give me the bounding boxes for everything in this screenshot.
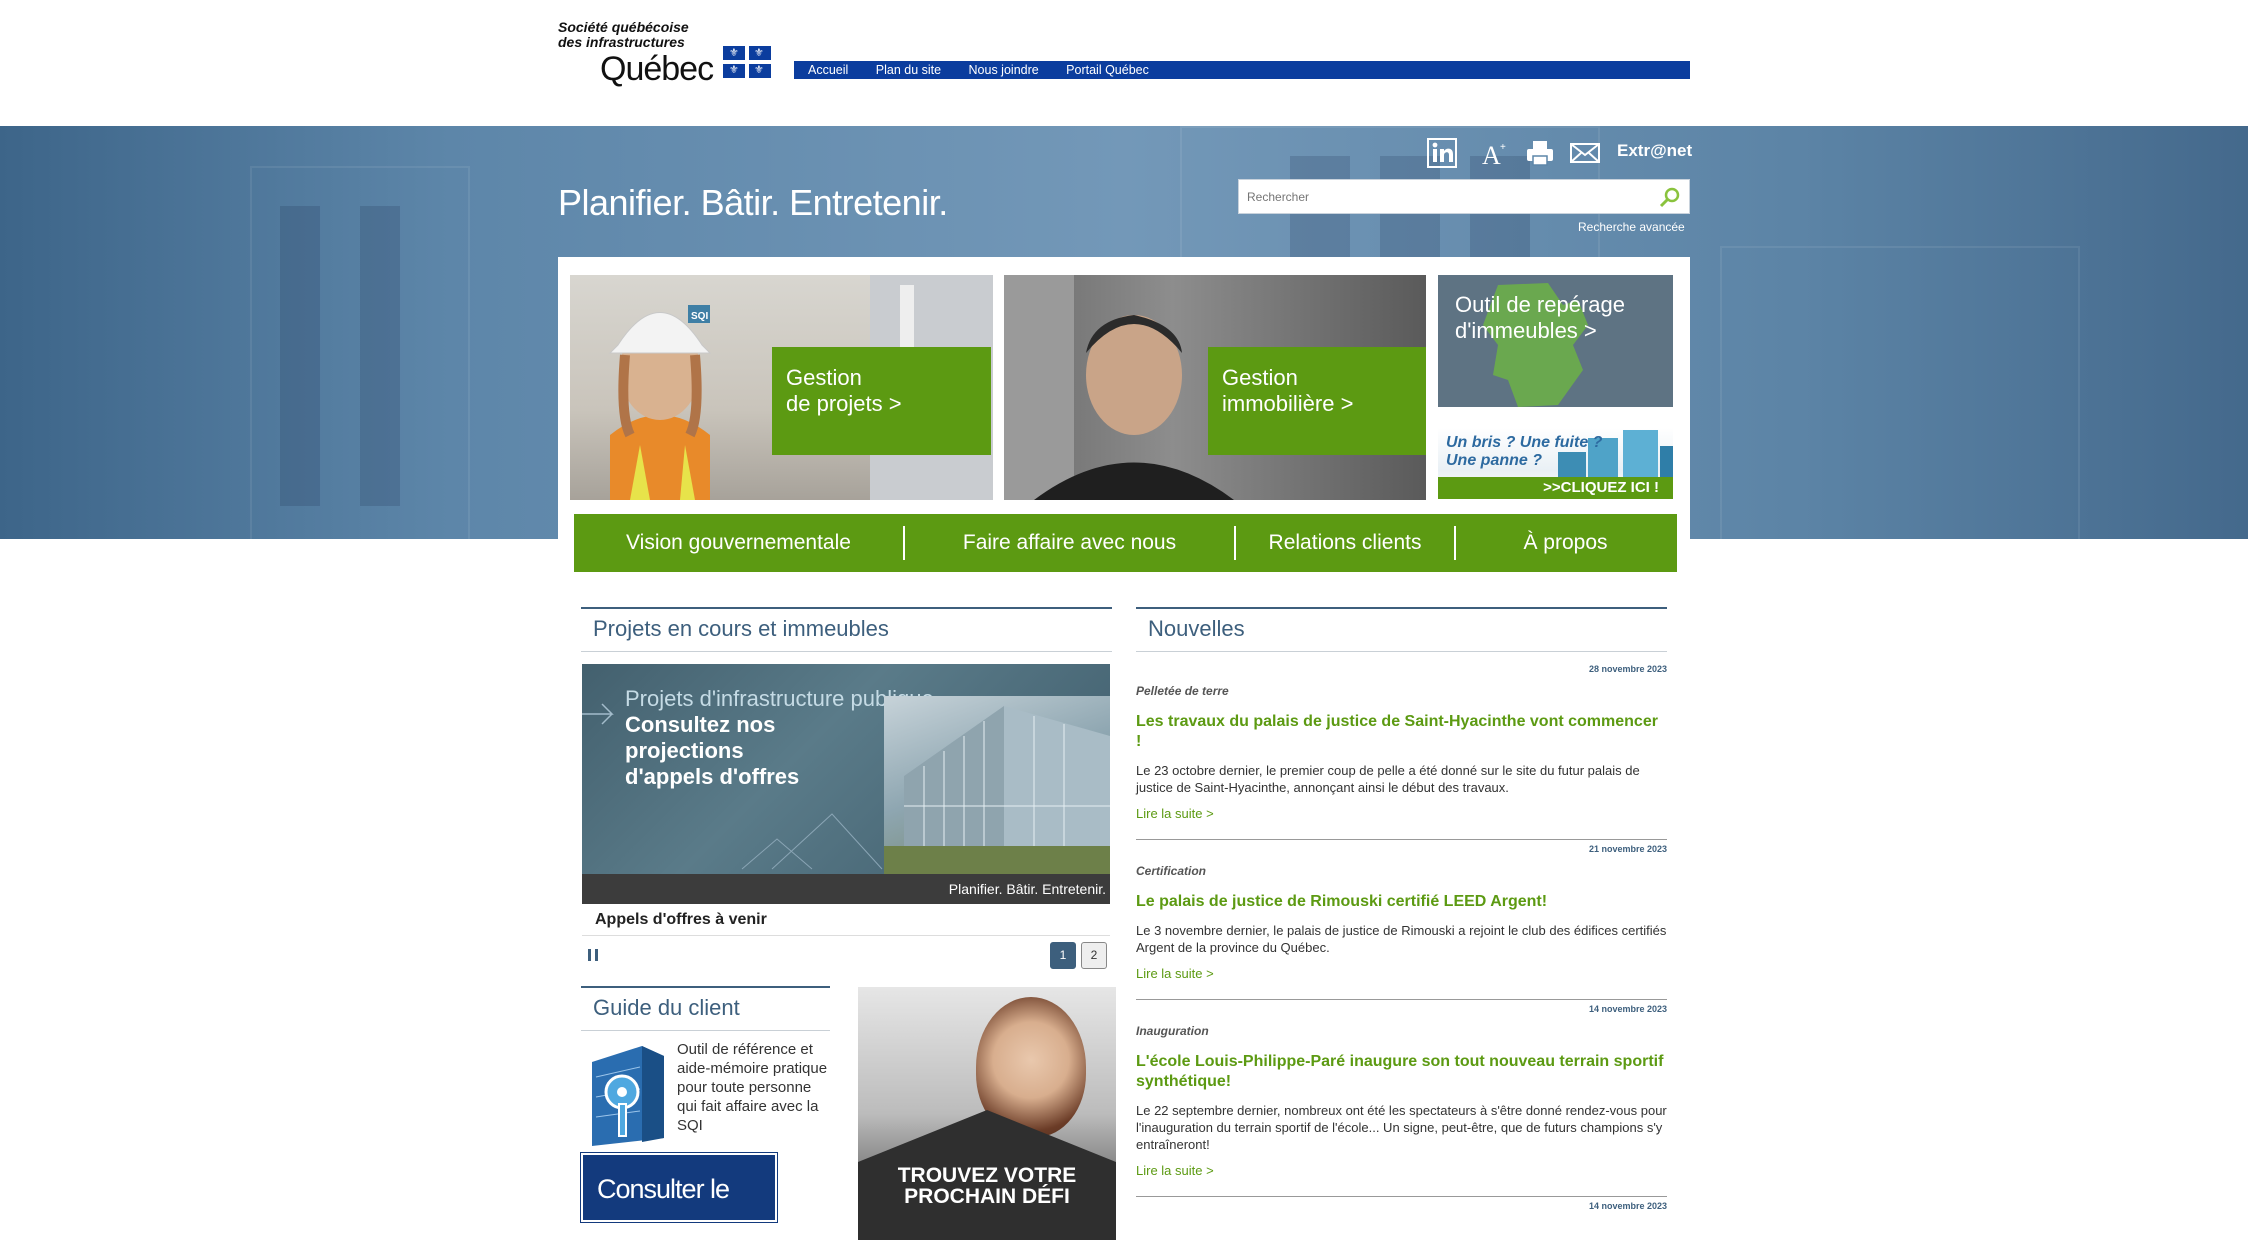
slide-caption[interactable]: Appels d'offres à venir	[582, 904, 1110, 936]
guide-heading: Guide du client	[581, 986, 830, 1031]
top-header: Société québécoise des infrastructures Q…	[0, 0, 2248, 126]
news-date: 21 novembre 2023	[1588, 844, 1667, 854]
locator-line1: Outil de repérage	[1455, 292, 1625, 317]
building-locator-tile[interactable]: Outil de repérage d'immeubles >	[1438, 275, 1673, 407]
news-summary: Le 3 novembre dernier, le palais de just…	[1136, 923, 1667, 955]
sqi-logo[interactable]: Société québécoise des infrastructures Q…	[558, 19, 771, 88]
news-title[interactable]: L'école Louis-Philippe-Paré inaugure son…	[1136, 1052, 1667, 1092]
project-mgmt-line1: Gestion	[786, 365, 862, 390]
slide-footer-tagline: Planifier. Bâtir. Entretenir.	[948, 881, 1106, 897]
advanced-search-link[interactable]: Recherche avancée	[1578, 220, 1685, 234]
news-category: Inauguration	[1136, 1024, 1209, 1038]
projects-heading: Projets en cours et immeubles	[581, 607, 1112, 652]
top-nav: Accueil Plan du site Nous joindre Portai…	[794, 61, 1690, 79]
site-tagline: Planifier. Bâtir. Entretenir.	[558, 182, 948, 223]
slide-line-2: Consultez nos projections	[625, 712, 776, 763]
news-item: 28 novembre 2023 Pelletée de terre Les t…	[1136, 660, 1667, 840]
font-size-icon[interactable]: A +	[1480, 138, 1510, 168]
print-icon[interactable]	[1525, 138, 1555, 168]
project-management-label[interactable]: Gestion de projets >	[772, 347, 991, 455]
main-nav: Vision gouvernementale Faire affaire ave…	[574, 514, 1677, 572]
external-link-icon: ↗	[671, 1247, 689, 1256]
career-banner[interactable]: TROUVEZ VOTRE PROCHAIN DÉFI	[858, 987, 1116, 1240]
breakdown-question-2: Une panne ?	[1446, 452, 1543, 469]
news-list: 28 novembre 2023 Pelletée de terre Les t…	[1136, 660, 1667, 1219]
breakdown-cta: >>CLIQUEZ ICI !	[1438, 477, 1673, 499]
read-more-link[interactable]: Lire la suite >	[1136, 1163, 1667, 1178]
building-photo	[884, 696, 1110, 876]
search-box	[1238, 179, 1690, 214]
svg-text:+: +	[1500, 142, 1506, 153]
news-title[interactable]: Le palais de justice de Rimouski certifi…	[1136, 892, 1667, 912]
property-management-label[interactable]: Gestion immobilière >	[1208, 347, 1426, 455]
pause-icon[interactable]	[586, 948, 600, 962]
career-line-2: PROCHAIN DÉFI	[904, 1185, 1070, 1208]
search-icon[interactable]	[1659, 186, 1681, 208]
email-icon[interactable]	[1570, 138, 1600, 168]
nav-faire-affaire[interactable]: Faire affaire avec nous	[905, 514, 1234, 572]
slide-footer-strip: Planifier. Bâtir. Entretenir.	[582, 874, 1110, 904]
search-input[interactable]	[1239, 180, 1639, 213]
locator-line2: d'immeubles >	[1455, 318, 1597, 343]
news-item: 14 novembre 2023 Inauguration L'école Lo…	[1136, 1000, 1667, 1197]
news-date: 14 novembre 2023	[1588, 1004, 1667, 1014]
projects-carousel-slide[interactable]: Projets d'infrastructure publique Consul…	[582, 664, 1110, 904]
nav-relations-clients[interactable]: Relations clients	[1236, 514, 1454, 572]
project-mgmt-line2: de projets >	[786, 391, 902, 416]
read-more-link[interactable]: Lire la suite >	[1136, 806, 1667, 821]
property-mgmt-line2: immobilière >	[1222, 391, 1354, 416]
glass-building-image	[884, 706, 1110, 876]
breakdown-question-1: Un bris ? Une fuite ?	[1446, 434, 1603, 451]
linkedin-icon[interactable]	[1427, 138, 1457, 168]
nav-nous-joindre[interactable]: Nous joindre	[969, 61, 1039, 79]
slide-line-3: d'appels d'offres	[625, 764, 800, 789]
nav-a-propos[interactable]: À propos	[1456, 514, 1675, 572]
nav-portail-quebec[interactable]: Portail Québec	[1066, 61, 1149, 79]
sqi-helmet-badge: SQI	[691, 311, 708, 322]
news-category: Certification	[1136, 864, 1207, 878]
read-more-link[interactable]: Lire la suite >	[1136, 966, 1667, 981]
logo-line-1: Société québécoise	[558, 19, 689, 35]
key-building-icon	[592, 1046, 664, 1146]
pagination-page-1[interactable]: 1	[1050, 942, 1076, 969]
news-date: 14 novembre 2023	[1588, 1201, 1667, 1211]
slide-subheading: Consultez nos projections d'appels d'off…	[625, 712, 885, 790]
nav-accueil[interactable]: Accueil	[808, 61, 848, 79]
property-mgmt-line1: Gestion	[1222, 365, 1298, 390]
news-summary: Le 23 octobre dernier, le premier coup d…	[1136, 763, 1640, 795]
page: Société québécoise des infrastructures Q…	[0, 0, 2248, 1256]
career-line-1: TROUVEZ VOTRE	[897, 1164, 1077, 1187]
news-heading: Nouvelles	[1136, 607, 1667, 652]
quebec-flag-icon: ⚜ ⚜ ⚜ ⚜	[723, 46, 771, 78]
nav-vision-gouvernementale[interactable]: Vision gouvernementale	[574, 514, 903, 572]
news-summary: Le 22 septembre dernier, nombreux ont ét…	[1136, 1103, 1667, 1152]
news-date: 28 novembre 2023	[1588, 664, 1667, 674]
consult-guide-label: Consulter le guide	[597, 1174, 730, 1256]
breakdown-report-tile[interactable]: Un bris ? Une fuite ? Une panne ? >>CLIQ…	[1438, 428, 1673, 499]
news-title[interactable]: Les travaux du palais de justice de Sain…	[1136, 712, 1667, 752]
pagination-page-2[interactable]: 2	[1081, 942, 1107, 969]
guide-description: Outil de référence et aide-mémoire prati…	[677, 1041, 828, 1134]
svg-text:A: A	[1482, 141, 1501, 168]
consult-guide-button[interactable]: Consulter le guide ↗	[580, 1152, 778, 1256]
logo-quebec: Québec	[600, 50, 714, 88]
news-item: 21 novembre 2023 Certification Le palais…	[1136, 840, 1667, 1000]
nav-plan-du-site[interactable]: Plan du site	[876, 61, 941, 79]
extranet-link[interactable]: Extr@net	[1617, 141, 1692, 161]
news-category: Pelletée de terre	[1136, 684, 1229, 698]
